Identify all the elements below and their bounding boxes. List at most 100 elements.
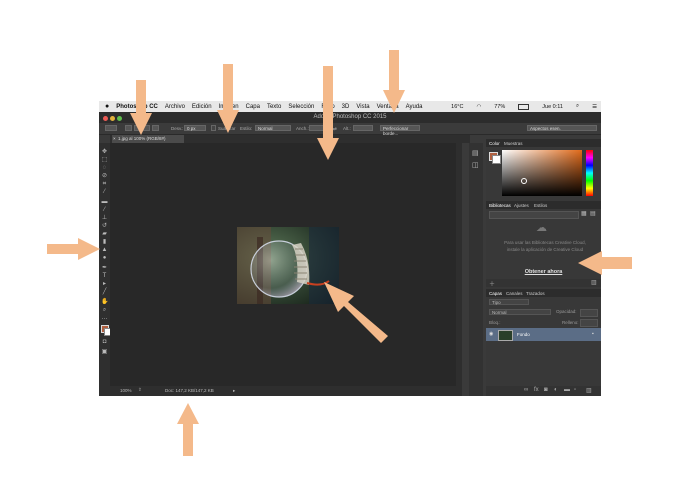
libraries-message: Para usar las Bibliotecas Creative Cloud… bbox=[504, 240, 586, 252]
menu-vista[interactable]: Vista bbox=[356, 104, 369, 110]
menu-ventana[interactable]: Ventana bbox=[377, 104, 399, 110]
eyedropper-tool-icon[interactable]: ⁄ bbox=[101, 189, 108, 195]
tool-preset-picker[interactable] bbox=[105, 125, 117, 131]
brush-tool-icon[interactable]: ⁄ bbox=[101, 207, 108, 213]
list-view-icon[interactable]: ▤ bbox=[590, 210, 596, 217]
layer-style-icon[interactable]: fx bbox=[534, 387, 539, 393]
blur-tool-icon[interactable]: ▲ bbox=[101, 247, 108, 253]
menu-edicion[interactable]: Edición bbox=[192, 104, 212, 110]
menu-capa[interactable]: Capa bbox=[246, 104, 260, 110]
color-bg-swatch[interactable] bbox=[492, 155, 501, 164]
height-input[interactable] bbox=[353, 125, 373, 131]
smooth-checkbox[interactable] bbox=[211, 125, 216, 131]
document-size[interactable]: Doc: 147,2 KB/147,2 KB bbox=[165, 388, 214, 393]
menu-3d[interactable]: 3D bbox=[342, 104, 350, 110]
tab-swatches[interactable]: Muestras bbox=[504, 141, 523, 146]
hue-slider[interactable] bbox=[586, 150, 593, 196]
menu-archivo[interactable]: Archivo bbox=[165, 104, 185, 110]
right-panels: Color Muestras Bibliotecas Ajustes Estil… bbox=[486, 139, 601, 396]
layer-name[interactable]: Fondo bbox=[517, 332, 530, 337]
type-tool-icon[interactable]: T bbox=[101, 273, 108, 279]
clone-stamp-tool-icon[interactable]: ⊥ bbox=[101, 215, 108, 221]
tab-libraries[interactable]: Bibliotecas bbox=[489, 203, 511, 208]
style-label: Estilo: bbox=[240, 126, 253, 131]
adjustment-layer-icon[interactable]: ◐ bbox=[554, 387, 558, 393]
menu-ayuda[interactable]: Ayuda bbox=[406, 104, 423, 110]
library-select[interactable] bbox=[489, 211, 579, 219]
history-brush-tool-icon[interactable]: ↺ bbox=[101, 223, 108, 229]
canvas-scrollbar[interactable] bbox=[456, 143, 462, 386]
notifications-icon[interactable]: ☰ bbox=[592, 104, 597, 110]
gradient-tool-icon[interactable]: ▮ bbox=[101, 239, 108, 245]
color-picker-field[interactable] bbox=[502, 150, 582, 196]
hand-tool-icon[interactable]: ✋ bbox=[101, 299, 108, 305]
grid-view-icon[interactable]: ▦ bbox=[581, 210, 587, 217]
app-menu[interactable]: Photoshop CC bbox=[116, 104, 158, 110]
tab-channels[interactable]: Canales bbox=[506, 291, 523, 296]
close-tab-icon[interactable]: × bbox=[113, 135, 116, 143]
status-menu-icon[interactable]: ▸ bbox=[233, 388, 235, 394]
move-tool-icon[interactable]: ✥ bbox=[101, 149, 108, 155]
zoom-tool-icon[interactable]: ⌕ bbox=[101, 307, 108, 313]
link-layers-icon[interactable]: ∞ bbox=[524, 387, 528, 393]
menu-filtro[interactable]: Filtro bbox=[321, 104, 334, 110]
tab-styles[interactable]: Estilos bbox=[534, 203, 547, 208]
blend-mode-select[interactable]: Normal bbox=[489, 309, 551, 315]
quick-selection-tool-icon[interactable]: ⊘ bbox=[101, 173, 108, 179]
workspace-switcher[interactable]: Aspectos esen. bbox=[527, 125, 597, 131]
battery-text[interactable]: 77% bbox=[494, 104, 505, 110]
delete-layer-icon[interactable]: ▥ bbox=[586, 387, 592, 394]
spotlight-icon[interactable]: ⌕ bbox=[576, 103, 579, 110]
dodge-tool-icon[interactable]: ● bbox=[101, 255, 108, 261]
fill-label: Relleno: bbox=[562, 320, 579, 325]
style-select[interactable]: Normal bbox=[255, 125, 291, 131]
tab-paths[interactable]: Trazados bbox=[526, 291, 545, 296]
opacity-input[interactable] bbox=[580, 309, 598, 317]
screen-mode-icon[interactable]: ▣ bbox=[101, 349, 108, 355]
layers-panel-tabs: Capas Canales Trazados bbox=[486, 289, 601, 297]
path-selection-tool-icon[interactable]: ▸ bbox=[101, 281, 108, 287]
new-layer-icon[interactable]: ▫ bbox=[574, 387, 576, 393]
crop-tool-icon[interactable]: ⌗ bbox=[101, 181, 108, 187]
color-picker-cursor[interactable] bbox=[521, 178, 527, 184]
more-tools-icon[interactable]: … bbox=[101, 315, 108, 321]
feather-input[interactable]: 0 px bbox=[184, 125, 206, 131]
healing-brush-tool-icon[interactable]: ▬ bbox=[101, 199, 108, 205]
wifi-icon[interactable]: ◠ bbox=[476, 104, 481, 110]
tab-layers[interactable]: Capas bbox=[489, 291, 502, 296]
subtract-selection-icon[interactable] bbox=[143, 125, 150, 131]
swap-icon[interactable]: ⇄ bbox=[333, 126, 337, 132]
layer-kind-filter[interactable]: Tipo bbox=[489, 299, 529, 305]
clock[interactable]: Jue 0:11 bbox=[542, 104, 563, 110]
refine-edge-button[interactable]: Perfeccionar borde... bbox=[380, 125, 420, 136]
zoom-level[interactable]: 100% bbox=[120, 388, 132, 393]
apple-icon[interactable]: ● bbox=[105, 103, 109, 110]
share-icon[interactable]: ⇪ bbox=[138, 387, 142, 393]
menu-texto[interactable]: Texto bbox=[267, 104, 281, 110]
fill-input[interactable] bbox=[580, 319, 598, 327]
quick-mask-icon[interactable]: ◘ bbox=[101, 339, 108, 345]
menu-imagen[interactable]: Imagen bbox=[219, 104, 239, 110]
new-selection-icon[interactable] bbox=[125, 125, 132, 131]
pen-tool-icon[interactable]: ✒ bbox=[101, 265, 108, 271]
library-trash-icon[interactable]: ▥ bbox=[591, 279, 597, 286]
width-input[interactable] bbox=[309, 125, 329, 131]
get-now-link[interactable]: Obtener ahora bbox=[486, 269, 601, 275]
line-tool-icon[interactable]: ╱ bbox=[101, 289, 108, 295]
eraser-tool-icon[interactable]: ▰ bbox=[101, 231, 108, 237]
marquee-tool-icon[interactable]: ⬚ bbox=[101, 157, 108, 163]
layer-row[interactable]: ◉ Fondo ▪ bbox=[486, 328, 601, 341]
library-add-icon[interactable]: ＋ bbox=[489, 279, 495, 288]
add-selection-icon[interactable] bbox=[134, 125, 141, 131]
history-icon[interactable]: ▤ bbox=[472, 149, 479, 157]
new-group-icon[interactable]: ▬ bbox=[564, 387, 570, 393]
visibility-eye-icon[interactable]: ◉ bbox=[489, 331, 493, 337]
tab-adjustments[interactable]: Ajustes bbox=[514, 203, 529, 208]
document-tab[interactable]: × 1.jpg al 100% (RGB/8#) bbox=[112, 135, 184, 143]
intersect-selection-icon[interactable] bbox=[152, 125, 159, 131]
add-mask-icon[interactable]: ◙ bbox=[544, 387, 548, 393]
tab-color[interactable]: Color bbox=[489, 141, 500, 146]
menu-seleccion[interactable]: Selección bbox=[288, 104, 314, 110]
properties-icon[interactable]: ◫ bbox=[472, 161, 479, 169]
lasso-tool-icon[interactable]: ◌ bbox=[101, 165, 108, 171]
